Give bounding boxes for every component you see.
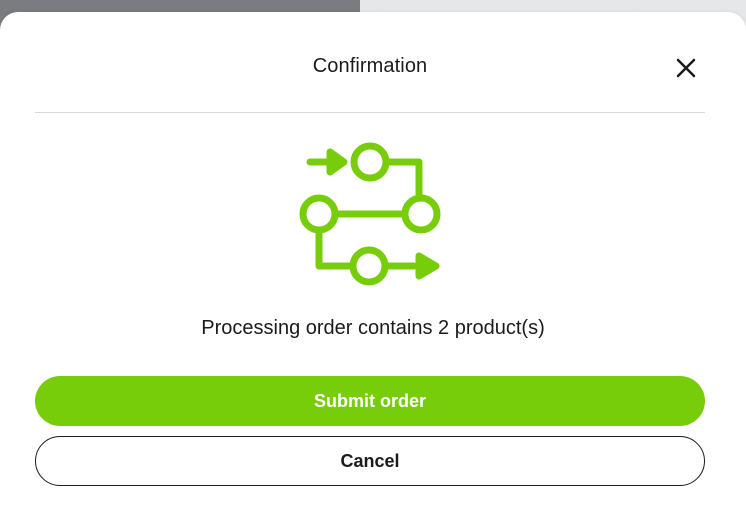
close-icon xyxy=(676,58,696,78)
confirmation-dialog: Confirmation Processing order contains 2… xyxy=(0,12,746,530)
order-process-flow-icon xyxy=(299,142,441,286)
submit-order-button[interactable]: Submit order xyxy=(35,376,705,426)
cancel-button[interactable]: Cancel xyxy=(35,436,705,486)
close-button[interactable] xyxy=(670,52,702,84)
header-divider xyxy=(35,112,705,113)
dialog-title: Confirmation xyxy=(312,55,428,77)
order-summary-message: Processing order contains 2 product(s) xyxy=(201,317,545,339)
dialog-header: Confirmation xyxy=(0,12,740,112)
